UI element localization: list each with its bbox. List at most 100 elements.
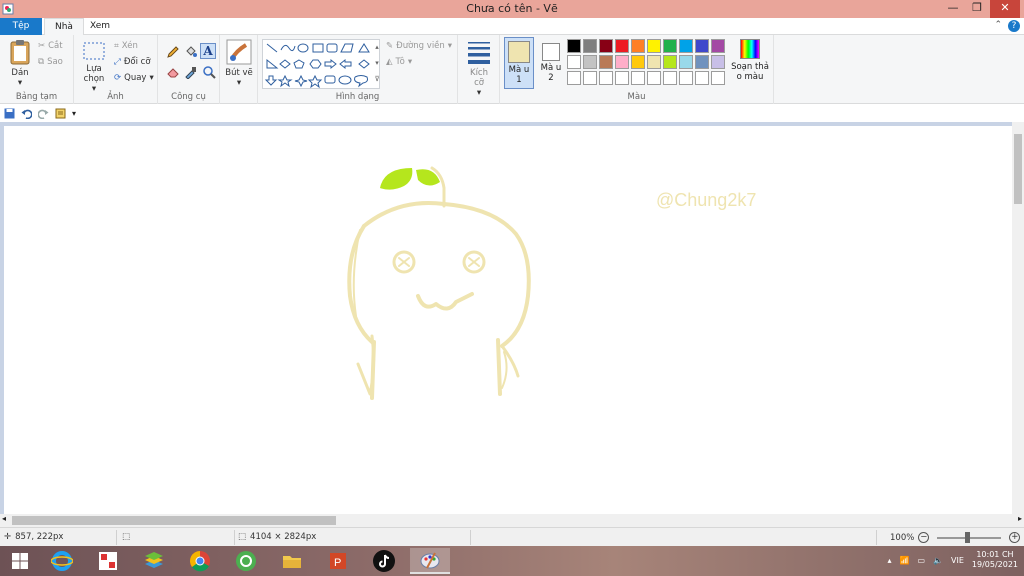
palette-swatch[interactable] (599, 55, 613, 69)
fill-button[interactable]: ◭ Tô ▾ (386, 57, 412, 67)
brushes-button[interactable]: Bút vẽ ▾ (224, 39, 254, 88)
palette-swatch[interactable] (663, 55, 677, 69)
palette-swatch[interactable] (615, 71, 629, 85)
battery-icon[interactable]: ▭ (917, 556, 925, 565)
palette-swatch[interactable] (567, 71, 581, 85)
redo-icon[interactable] (38, 108, 49, 119)
palette-swatch[interactable] (663, 71, 677, 85)
palette-swatch[interactable] (599, 39, 613, 53)
palette-swatch[interactable] (567, 55, 581, 69)
color1-button[interactable]: Mà u 1 (504, 37, 534, 89)
size-button[interactable]: Kích cỡ ▾ (464, 39, 494, 98)
taskbar: P ▴ 📶 ▭ 🔈 VIE 10:01 CH 19/05/2021 (0, 546, 1024, 576)
restore-button[interactable]: ❐ (966, 0, 988, 18)
palette-swatch[interactable] (567, 39, 581, 53)
palette-swatch[interactable] (647, 71, 661, 85)
paint-palette-icon (420, 552, 440, 569)
shapes-gallery-icons (264, 43, 370, 89)
palette-swatch[interactable] (583, 55, 597, 69)
palette-swatch[interactable] (583, 39, 597, 53)
zoom-slider-thumb[interactable] (965, 531, 971, 543)
zoom-slider[interactable] (937, 531, 1002, 543)
palette-swatch[interactable] (647, 55, 661, 69)
bluestacks-icon (145, 552, 163, 568)
image-size: ⬚ 4104 × 2824px (238, 532, 316, 542)
taskbar-bluestacks[interactable] (134, 548, 174, 574)
vertical-scrollbar[interactable] (1012, 122, 1024, 514)
tab-home[interactable]: Nhà (44, 18, 84, 36)
crop-button[interactable]: ⌗ Xén (114, 41, 138, 51)
palette-swatch[interactable] (695, 71, 709, 85)
tab-file[interactable]: Tệp (0, 18, 42, 35)
paste-button[interactable]: Dán ▾ (6, 39, 34, 88)
palette-swatch[interactable] (679, 55, 693, 69)
collapse-ribbon-icon[interactable]: ⌃ (994, 20, 1002, 32)
cut-button[interactable]: ✂ Cắt (38, 41, 63, 51)
taskbar-file-explorer[interactable] (272, 548, 312, 574)
select-button[interactable]: Lựa chọn ▾ (80, 41, 108, 94)
palette-swatch[interactable] (711, 55, 725, 69)
scroll-right-icon[interactable]: ▸ (1018, 514, 1022, 523)
rotate-button[interactable]: ⟳ Quay ▾ (114, 73, 154, 83)
tab-view[interactable]: Xem (80, 18, 120, 35)
chrome-icon (190, 551, 210, 572)
palette-swatch[interactable] (615, 55, 629, 69)
edit-colors-button[interactable]: Soạn thả o màu (730, 39, 770, 82)
undo-icon[interactable] (21, 108, 32, 119)
taskbar-powerpoint[interactable]: P (318, 548, 358, 574)
color-picker-icon[interactable] (184, 65, 198, 79)
properties-icon[interactable] (55, 108, 66, 119)
palette-swatch[interactable] (679, 71, 693, 85)
palette-swatch[interactable] (711, 39, 725, 53)
palette-swatch[interactable] (583, 71, 597, 85)
fill-bucket-icon[interactable] (184, 45, 198, 59)
scroll-left-icon[interactable]: ◂ (2, 514, 6, 523)
help-icon[interactable]: ? (1008, 20, 1020, 32)
palette-swatch[interactable] (663, 39, 677, 53)
network-icon[interactable]: 📶 (900, 556, 910, 565)
text-tool-icon[interactable]: A (200, 43, 216, 59)
horizontal-scrollbar[interactable]: ◂ ▸ (0, 514, 1024, 527)
taskbar-chrome[interactable] (180, 548, 220, 574)
palette-swatch[interactable] (711, 71, 725, 85)
taskbar-coccoc[interactable] (226, 548, 266, 574)
taskbar-paint[interactable] (410, 548, 450, 574)
taskbar-tiktok[interactable] (364, 548, 404, 574)
drawing-canvas[interactable]: @Chung2k7 (4, 126, 1012, 514)
palette-swatch[interactable] (647, 39, 661, 53)
palette-swatch[interactable] (695, 55, 709, 69)
pencil-icon[interactable] (166, 45, 180, 59)
zoom-out-icon[interactable]: − (918, 532, 930, 543)
eraser-icon[interactable] (166, 65, 180, 79)
clock[interactable]: 10:01 CH 19/05/2021 (972, 550, 1018, 570)
palette-swatch[interactable] (695, 39, 709, 53)
palette-swatch[interactable] (599, 71, 613, 85)
show-hidden-icons-icon[interactable]: ▴ (887, 556, 891, 565)
shapes-gallery[interactable] (262, 39, 380, 89)
taskbar-internet-explorer[interactable] (42, 548, 82, 574)
minimize-button[interactable]: — (942, 0, 964, 18)
selection-icon: ⬚ (122, 532, 131, 542)
customize-toolbar-icon[interactable]: ▾ (72, 109, 76, 118)
zoom-in-icon[interactable]: + (1009, 532, 1021, 543)
palette-swatch[interactable] (631, 55, 645, 69)
taskbar-app-red[interactable] (88, 548, 128, 574)
palette-swatch[interactable] (631, 71, 645, 85)
outline-button[interactable]: ✎ Đường viền ▾ (386, 41, 452, 51)
resize-button[interactable]: ⤢ Đổi cỡ (114, 57, 151, 67)
vertical-scroll-thumb[interactable] (1014, 134, 1022, 204)
shapes-scroll[interactable]: ▴ ▾ ⊽ (372, 39, 382, 89)
magnifier-icon[interactable] (202, 65, 216, 79)
save-icon[interactable] (4, 108, 15, 119)
language-indicator[interactable]: VIE (951, 556, 964, 565)
start-button[interactable] (0, 548, 40, 574)
palette-swatch[interactable] (679, 39, 693, 53)
ribbon: Dán ▾ ✂ Cắt ⧉ Sao Bảng tạm Lựa chọn ▾ ⌗ Xén… (0, 35, 1024, 104)
close-button[interactable]: ✕ (990, 0, 1020, 18)
color2-button[interactable]: Mà u 2 (538, 37, 564, 89)
palette-swatch[interactable] (615, 39, 629, 53)
horizontal-scroll-thumb[interactable] (12, 516, 336, 525)
volume-icon[interactable]: 🔈 (933, 556, 943, 565)
copy-button[interactable]: ⧉ Sao (38, 57, 63, 67)
palette-swatch[interactable] (631, 39, 645, 53)
